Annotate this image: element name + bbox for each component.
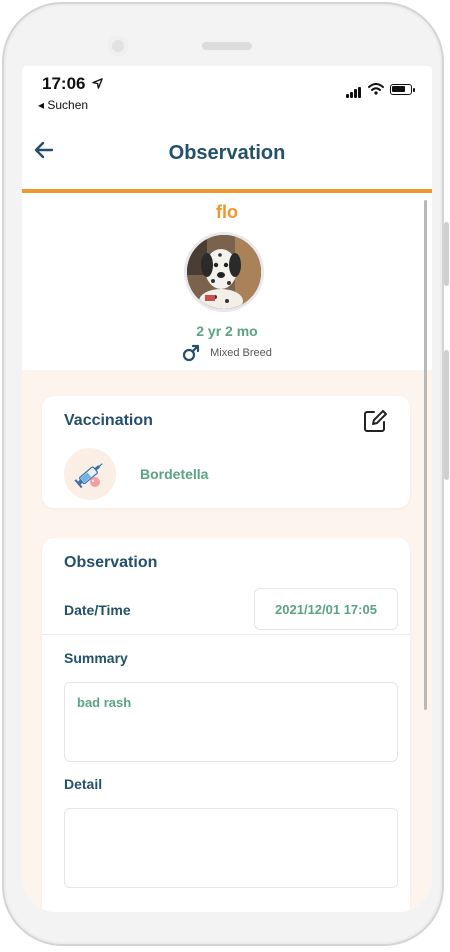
vaccination-title: Vaccination	[64, 412, 153, 429]
scrollbar[interactable]	[424, 200, 427, 710]
app-screen: 17:06 ◂ Suchen Observation flo 2 yr 2 mo…	[22, 66, 432, 912]
vaccine-icon-badge	[64, 448, 116, 500]
male-icon	[183, 344, 200, 362]
header-divider	[22, 189, 432, 193]
location-arrow-icon	[92, 78, 103, 89]
pet-age: 2 yr 2 mo	[196, 323, 258, 339]
summary-field[interactable]: bad rash	[64, 682, 398, 762]
side-button-upper	[444, 222, 449, 286]
datetime-field[interactable]: 2021/12/01 17:05	[254, 588, 398, 630]
content-area: Vaccination Bordetella Observation Date/…	[22, 370, 432, 912]
signal-icon	[346, 80, 362, 98]
side-button-lower	[444, 350, 449, 480]
observation-title: Observation	[64, 554, 158, 571]
syringe-icon	[74, 463, 103, 489]
phone-frame: 17:06 ◂ Suchen Observation flo 2 yr 2 mo…	[2, 2, 449, 946]
front-camera	[108, 36, 128, 56]
detail-label: Detail	[64, 776, 103, 792]
back-to-app-link[interactable]: ◂ Suchen	[38, 98, 88, 112]
status-time: 17:06	[42, 74, 86, 93]
pet-name: flo	[216, 202, 238, 222]
wifi-icon	[368, 83, 384, 95]
datetime-label: Date/Time	[64, 602, 131, 618]
pet-breed: Mixed Breed	[210, 347, 272, 359]
vaccination-card: Vaccination Bordetella	[42, 396, 410, 508]
vaccine-name: Bordetella	[140, 466, 209, 482]
dog-photo	[187, 235, 261, 309]
edit-icon[interactable]	[362, 408, 388, 434]
summary-label: Summary	[64, 650, 128, 666]
observation-card: Observation Date/Time 2021/12/01 17:05 S…	[42, 538, 410, 912]
detail-field[interactable]	[64, 808, 398, 888]
earpiece-speaker	[202, 42, 252, 50]
status-indicators	[346, 80, 415, 98]
page-title: Observation	[168, 142, 286, 164]
pet-avatar[interactable]	[184, 232, 264, 312]
battery-icon	[390, 83, 415, 95]
field-divider	[42, 634, 410, 635]
breed-row: Mixed Breed	[22, 344, 432, 362]
